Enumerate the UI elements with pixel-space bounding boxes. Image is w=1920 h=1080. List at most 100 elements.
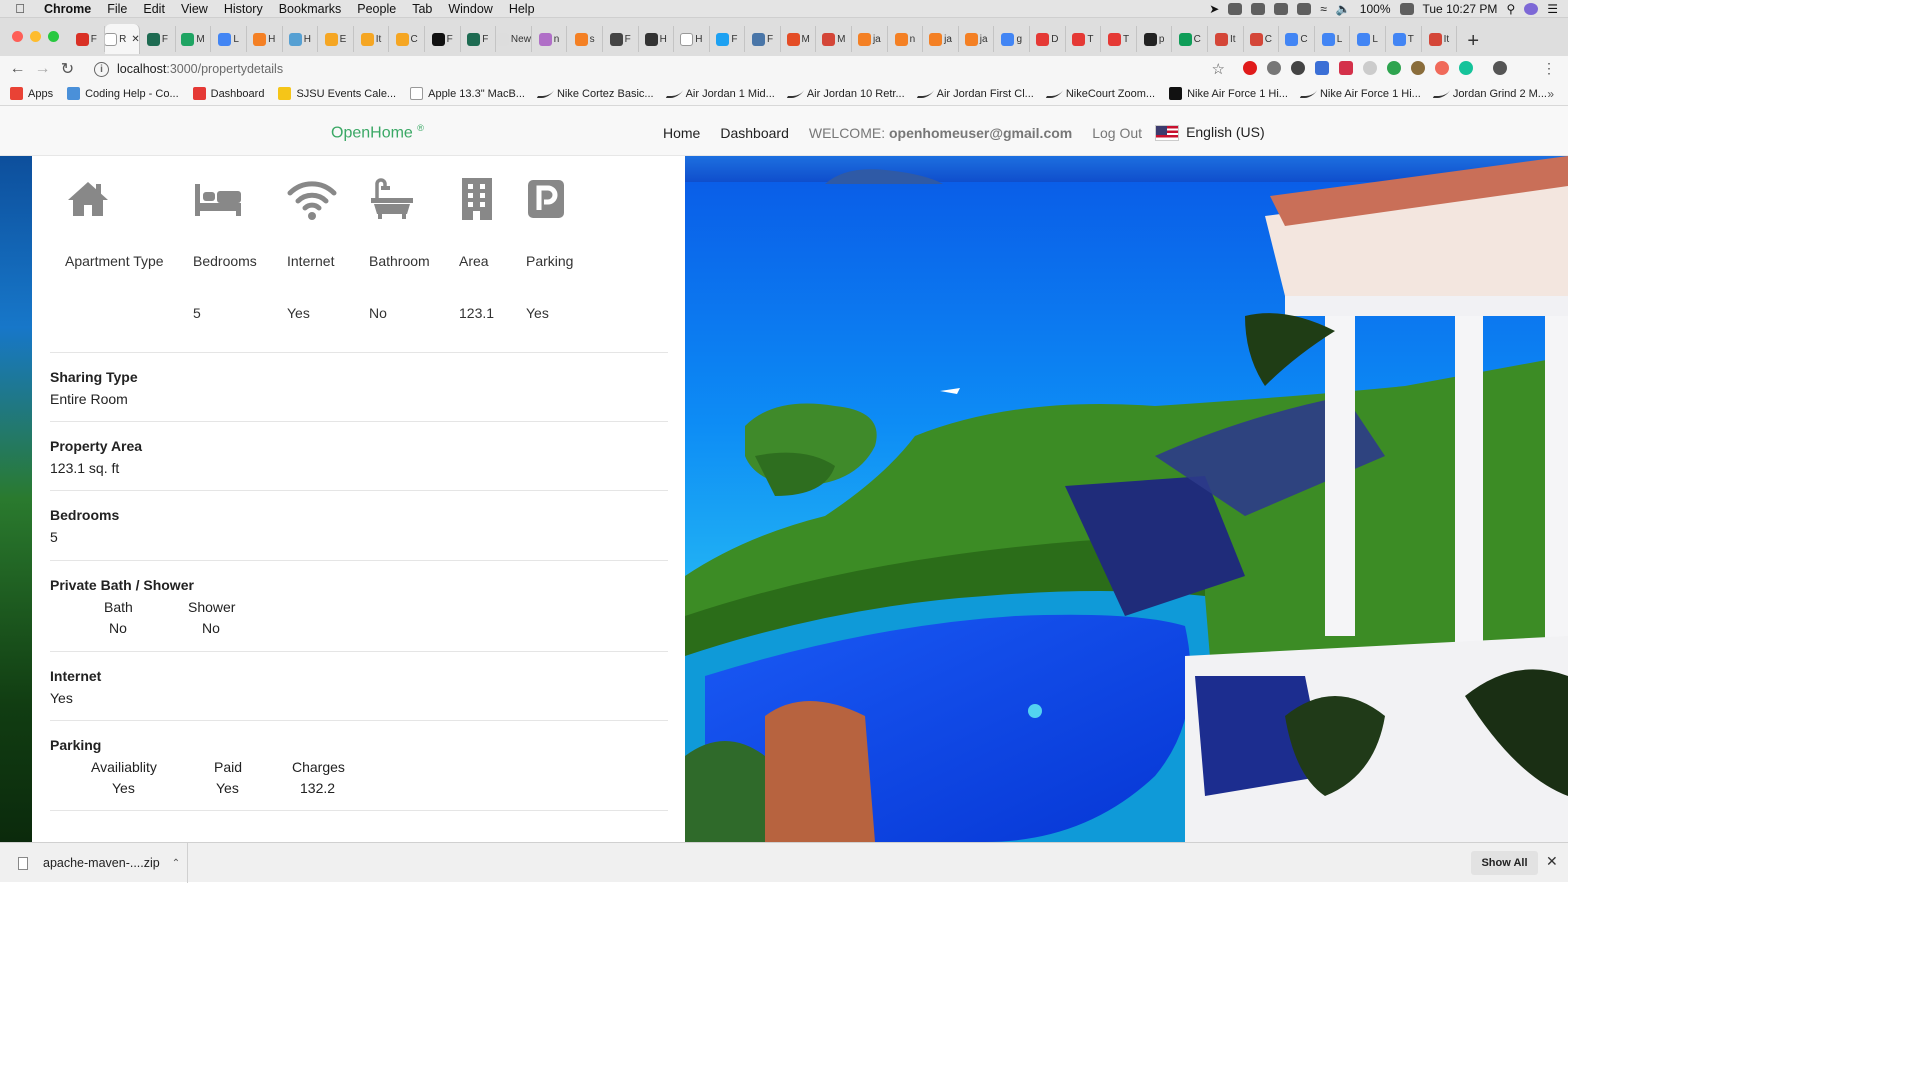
bookmark-item[interactable]: Dashboard [192, 87, 264, 100]
nav-dashboard-link[interactable]: Dashboard [720, 125, 789, 141]
grammarly-extension-icon[interactable] [1459, 61, 1473, 75]
browser-tab[interactable]: E [318, 26, 354, 52]
browser-tab[interactable]: C [1279, 26, 1315, 52]
browser-tab[interactable]: It [1208, 26, 1244, 52]
drive-icon[interactable] [1274, 3, 1289, 15]
browser-tab[interactable]: L [211, 26, 247, 52]
menu-window[interactable]: Window [440, 2, 500, 16]
brand-logo[interactable]: OpenHome ® [331, 123, 424, 142]
arrow-extension-icon[interactable] [1435, 61, 1449, 75]
circle-extension-icon[interactable] [1291, 61, 1305, 75]
location-icon[interactable]: ➤ [1209, 2, 1219, 16]
browser-tab[interactable]: p [1137, 26, 1173, 52]
menu-tab[interactable]: Tab [404, 2, 440, 16]
browser-tab[interactable]: F [461, 26, 497, 52]
opera-extension-icon[interactable] [1243, 61, 1257, 75]
siri-icon[interactable] [1524, 3, 1539, 15]
language-selector[interactable]: English (US) [1155, 124, 1265, 142]
browser-tab[interactable]: M [176, 26, 212, 52]
browser-tab[interactable]: C [1172, 26, 1208, 52]
browser-tab[interactable]: It [1422, 26, 1458, 52]
browser-tab[interactable]: H [674, 26, 710, 52]
browser-tab[interactable]: New [496, 26, 532, 52]
spotlight-search-icon[interactable]: ⚲ [1506, 2, 1515, 16]
browser-tab[interactable]: D [1030, 26, 1066, 52]
browser-tab[interactable]: L [1315, 26, 1351, 52]
bookmark-item[interactable]: Nike Cortez Basic... [536, 88, 654, 100]
bookmark-item[interactable]: SJSU Events Cale... [278, 87, 396, 100]
evernote-extension-icon[interactable] [1387, 61, 1401, 75]
bookmark-item[interactable]: Coding Help - Co... [67, 87, 179, 100]
browser-tab[interactable]: M [781, 26, 817, 52]
bookmark-item[interactable]: Apple 13.3" MacB... [410, 87, 525, 100]
owl-extension-icon[interactable] [1411, 61, 1425, 75]
site-info-icon[interactable]: i [94, 61, 109, 77]
chrome-menu-icon[interactable]: ⋮ [1542, 60, 1556, 77]
bookmark-item[interactable]: NikeCourt Zoom... [1045, 88, 1155, 100]
profile-avatar-icon[interactable] [1493, 61, 1507, 75]
menu-file[interactable]: File [99, 2, 135, 16]
browser-tab[interactable]: L [1350, 26, 1386, 52]
browser-tab[interactable]: ja [959, 26, 995, 52]
notification-center-icon[interactable]: ☰ [1547, 2, 1558, 16]
cloud-extension-icon[interactable] [1267, 61, 1281, 75]
browser-tab[interactable]: C [1244, 26, 1280, 52]
bookmark-apps[interactable]: Apps [10, 87, 53, 100]
browser-tab[interactable]: F [745, 26, 781, 52]
bookmark-item[interactable]: Air Jordan First Cl... [916, 88, 1034, 100]
nav-home-link[interactable]: Home [663, 125, 700, 141]
new-tab-button[interactable]: + [1461, 29, 1485, 53]
browser-tab[interactable]: F [425, 26, 461, 52]
browser-tab[interactable]: n [532, 26, 568, 52]
menu-app-chrome[interactable]: Chrome [40, 2, 99, 16]
menu-history[interactable]: History [216, 2, 271, 16]
browser-tab[interactable]: F [710, 26, 746, 52]
minimize-window-button[interactable] [30, 31, 41, 42]
back-arrow-icon[interactable]: ← [5, 60, 30, 78]
clock[interactable]: Tue 10:27 PM [1423, 2, 1498, 16]
browser-tab[interactable]: It [354, 26, 390, 52]
bookmarks-overflow-icon[interactable]: » [1547, 87, 1554, 101]
menu-help[interactable]: Help [501, 2, 543, 16]
address-bar[interactable]: i localhost:3000/propertydetails ☆ [88, 57, 1233, 81]
cloud-icon[interactable] [1228, 3, 1243, 15]
calendar-extension-icon[interactable] [1315, 61, 1329, 75]
close-window-button[interactable] [12, 31, 23, 42]
ghost-extension-icon[interactable] [1363, 61, 1377, 75]
browser-tab[interactable]: C [389, 26, 425, 52]
battery-icon[interactable] [1399, 3, 1414, 15]
browser-tab[interactable]: s [567, 26, 603, 52]
bookmark-item[interactable]: Nike Air Force 1 Hi... [1299, 88, 1421, 100]
bookmark-item[interactable]: Nike Air Force 1 Hi... [1169, 87, 1288, 100]
download-item[interactable]: apache-maven-....zip ⌃ [14, 843, 188, 883]
battery-percent[interactable]: 100% [1360, 2, 1391, 16]
bookmark-item[interactable]: Air Jordan 10 Retr... [786, 88, 905, 100]
close-icon[interactable]: ✕ [1546, 853, 1558, 870]
volume-icon[interactable]: 🔈 [1336, 2, 1351, 16]
browser-tab[interactable]: H [639, 26, 675, 52]
red-extension-icon[interactable] [1339, 61, 1353, 75]
browser-tab[interactable]: T [1101, 26, 1137, 52]
bookmark-star-icon[interactable]: ☆ [1212, 60, 1225, 78]
bookmark-item[interactable]: Jordan Grind 2 M... [1432, 88, 1547, 100]
apple-menu-icon[interactable]:  [0, 1, 40, 16]
browser-tab[interactable]: T [1066, 26, 1102, 52]
tab-active[interactable]: R ✕ [104, 24, 141, 54]
menu-people[interactable]: People [349, 2, 404, 16]
airplay-icon[interactable] [1297, 3, 1312, 15]
show-all-downloads-button[interactable]: Show All [1471, 851, 1538, 875]
chevron-up-icon[interactable]: ⌃ [172, 858, 180, 869]
browser-tab[interactable]: ja [923, 26, 959, 52]
browser-tab[interactable]: F [603, 26, 639, 52]
browser-tab[interactable]: n [888, 26, 924, 52]
menu-bookmarks[interactable]: Bookmarks [271, 2, 350, 16]
browser-tab[interactable]: F [69, 26, 105, 52]
browser-tab[interactable]: g [994, 26, 1031, 52]
forward-arrow-icon[interactable]: → [30, 60, 55, 78]
creative-cloud-icon[interactable] [1251, 3, 1266, 15]
url-text[interactable]: localhost:3000/propertydetails [117, 62, 283, 76]
close-tab-icon[interactable]: ✕ [131, 34, 139, 45]
zoom-window-button[interactable] [48, 31, 59, 42]
menu-edit[interactable]: Edit [135, 2, 173, 16]
menu-view[interactable]: View [173, 2, 216, 16]
